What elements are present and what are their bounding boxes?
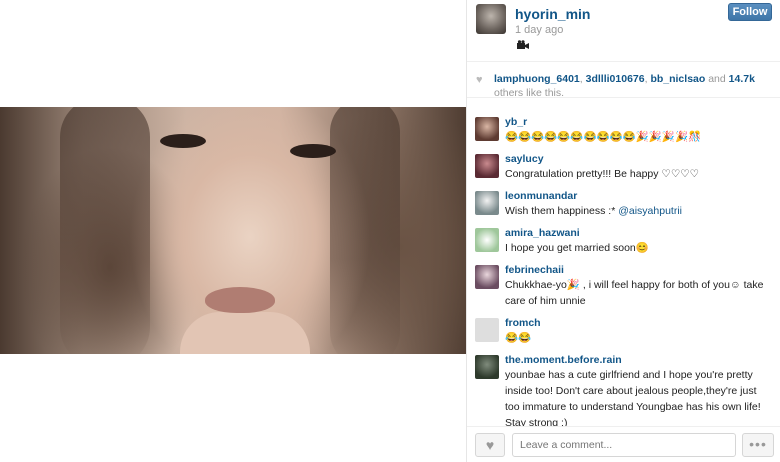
commenter-username[interactable]: fromch [505, 317, 772, 330]
commenter-username[interactable]: saylucy [505, 153, 772, 166]
commenter-avatar[interactable] [475, 318, 499, 342]
commenter-username[interactable]: yb_r [505, 116, 772, 129]
media-area [0, 0, 466, 462]
author-username[interactable]: hyorin_min [515, 6, 590, 22]
comment-text: Chukkhae-yo🎉 , i will feel happy for bot… [505, 279, 764, 307]
comment-footer: ♥ ••• [467, 426, 780, 462]
commenter-username[interactable]: febrinechaii [505, 264, 772, 277]
commenter-avatar[interactable] [475, 228, 499, 252]
comment-text: 😂😂 [505, 332, 532, 344]
post-time: 1 day ago [515, 24, 564, 36]
likes-summary: ♥ lamphuong_6401, 3dllli010676, bb_nicls… [467, 62, 780, 99]
comment-item: amira_hazwani I hope you get married soo… [467, 227, 780, 256]
liker-link[interactable]: 3dllli010676 [586, 73, 645, 85]
photo-eye-right [290, 144, 336, 158]
comment-list[interactable]: yb_r 😂😂😂😂😂😂😂😂😂😂🎉🎉🎉🎉🎊 saylucy Congratulat… [467, 112, 780, 426]
comment-text: 😂😂😂😂😂😂😂😂😂😂🎉🎉🎉🎉🎊 [505, 131, 702, 143]
like-button[interactable]: ♥ [475, 433, 505, 457]
commenter-username[interactable]: amira_hazwani [505, 227, 772, 240]
more-options-button[interactable]: ••• [742, 433, 774, 457]
photo-hair-right [330, 107, 400, 354]
comment-input[interactable] [512, 433, 736, 457]
comment-text: Congratulation pretty!!! Be happy ♡♡♡♡ [505, 168, 700, 180]
commenter-username[interactable]: the.moment.before.rain [505, 354, 772, 367]
comment-item: leonmunandar Wish them happiness :* @ais… [467, 190, 780, 219]
liker-link[interactable]: bb_niclsao [650, 73, 705, 85]
author-avatar[interactable] [476, 4, 506, 34]
commenter-username[interactable]: leonmunandar [505, 190, 772, 203]
likes-and: and [705, 73, 729, 85]
comment-item: febrinechaii Chukkhae-yo🎉 , i will feel … [467, 264, 780, 309]
video-camera-icon [517, 40, 529, 53]
post-header: hyorin_min 1 day ago Follow [467, 0, 780, 62]
commenter-avatar[interactable] [475, 191, 499, 215]
commenter-avatar[interactable] [475, 117, 499, 141]
comment-item: yb_r 😂😂😂😂😂😂😂😂😂😂🎉🎉🎉🎉🎊 [467, 116, 780, 145]
commenter-avatar[interactable] [475, 154, 499, 178]
heart-icon: ♥ [485, 437, 495, 453]
follow-button[interactable]: Follow [728, 3, 772, 21]
heart-icon: ♥ [476, 74, 483, 86]
comment-item: fromch 😂😂 [467, 317, 780, 346]
photo-eye-left [160, 134, 206, 148]
comment-text: younbae has a cute girlfriend and I hope… [505, 369, 761, 426]
comment-item: the.moment.before.rain younbae has a cut… [467, 354, 780, 426]
commenter-avatar[interactable] [475, 355, 499, 379]
comment-item: saylucy Congratulation pretty!!! Be happ… [467, 153, 780, 182]
photo-hand [180, 312, 310, 354]
post-photo[interactable] [0, 107, 466, 354]
commenter-avatar[interactable] [475, 265, 499, 289]
likes-count[interactable]: 14.7k [729, 73, 755, 85]
comment-text: Wish them happiness :* @aisyahputrii [505, 203, 772, 219]
comment-text: I hope you get married soon😊 [505, 242, 649, 254]
likes-tail: others like this. [494, 87, 565, 99]
photo-lips [205, 287, 275, 313]
post-side-panel: hyorin_min 1 day ago Follow ♥ lamphuong_… [466, 0, 780, 462]
comment-body: Wish them happiness :* [505, 205, 619, 217]
liker-link[interactable]: lamphuong_6401 [494, 73, 580, 85]
photo-hair-left [60, 107, 150, 354]
comment-mention[interactable]: @aisyahputrii [618, 205, 682, 217]
